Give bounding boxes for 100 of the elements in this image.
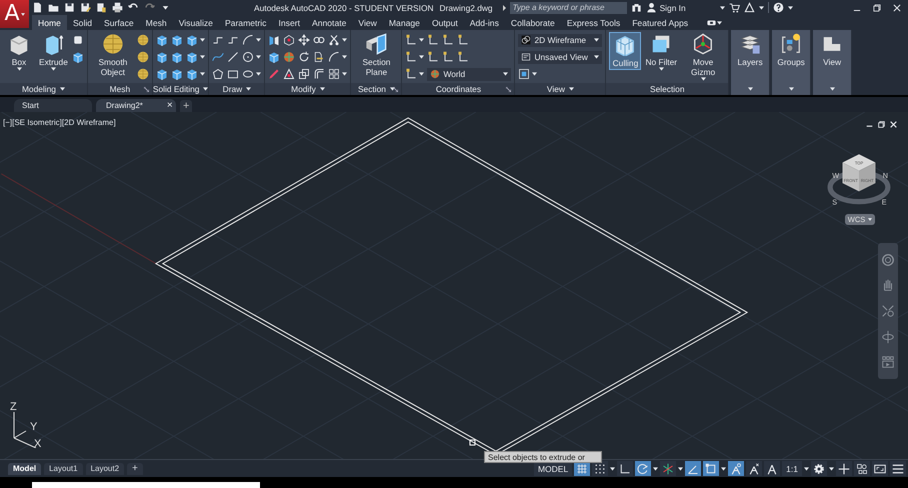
save-icon[interactable]: [64, 2, 75, 13]
caret-icon[interactable]: [503, 72, 508, 76]
arc-icon[interactable]: [328, 51, 340, 63]
status-toggle[interactable]: [660, 461, 676, 476]
ribbon-tab[interactable]: Annotate: [306, 15, 352, 30]
spline-icon[interactable]: [212, 51, 224, 63]
ribbon-tab[interactable]: Express Tools: [560, 15, 626, 30]
caret-icon[interactable]: [610, 466, 616, 470]
close-tab-button[interactable]: ×: [166, 100, 173, 111]
cube-icon[interactable]: [268, 51, 280, 63]
axis-icon[interactable]: [457, 51, 470, 63]
mirror-icon[interactable]: [268, 34, 280, 46]
pentagon-icon[interactable]: [212, 68, 224, 80]
save-as-icon[interactable]: [80, 2, 91, 13]
axis-icon[interactable]: [405, 51, 418, 63]
cube-icon[interactable]: [72, 51, 84, 63]
ribbon-button[interactable]: Box: [3, 32, 35, 72]
status-toggle[interactable]: [890, 461, 906, 476]
array-icon[interactable]: [328, 68, 340, 80]
folder-icon[interactable]: [48, 2, 59, 13]
caret-icon[interactable]: [700, 77, 706, 81]
caret-icon[interactable]: [788, 87, 794, 91]
caret-icon[interactable]: [748, 87, 753, 91]
search-field[interactable]: Type a keyword or phrase: [510, 2, 627, 14]
square-icon[interactable]: [72, 34, 84, 46]
layout-tab[interactable]: Layout1: [44, 462, 83, 474]
status-toggle[interactable]: [592, 461, 608, 476]
scissors-icon[interactable]: [328, 34, 340, 46]
cube-icon[interactable]: [186, 68, 198, 80]
sphere-icon[interactable]: [136, 51, 149, 63]
sphere-icon[interactable]: [136, 68, 149, 80]
status-toggle[interactable]: [703, 461, 720, 476]
status-toggle[interactable]: [764, 461, 780, 476]
move-arrows-icon[interactable]: [298, 34, 310, 46]
rotate-icon[interactable]: [298, 51, 310, 63]
panel-title[interactable]: View: [546, 84, 565, 94]
status-button[interactable]: 1:1: [782, 461, 802, 476]
status-toggle[interactable]: [811, 461, 827, 476]
ribbon-button[interactable]: Layers: [734, 32, 766, 68]
help-icon[interactable]: [772, 2, 784, 13]
caret-icon[interactable]: [256, 55, 262, 59]
hand-icon[interactable]: [881, 278, 895, 292]
caret-icon[interactable]: [720, 6, 725, 10]
dropdown[interactable]: World: [427, 68, 512, 80]
sign-in-button[interactable]: Sign In: [646, 2, 686, 13]
cube-icon[interactable]: [170, 34, 183, 46]
caret-icon[interactable]: [342, 38, 348, 42]
status-toggle[interactable]: [635, 461, 652, 476]
caret-icon[interactable]: [721, 466, 726, 470]
caret-icon[interactable]: [717, 20, 722, 24]
compass-label[interactable]: W: [832, 170, 839, 180]
cube-icon[interactable]: [170, 68, 183, 80]
viewport-icon[interactable]: [518, 68, 530, 80]
caret-icon[interactable]: [653, 466, 658, 470]
ribbon-button[interactable]: Groups: [775, 32, 808, 68]
cube-icon[interactable]: [156, 51, 168, 63]
file-tab[interactable]: Drawing2* ×: [96, 99, 176, 112]
caret-icon[interactable]: [788, 6, 793, 10]
dropdown[interactable]: 2D Wireframe: [518, 34, 602, 46]
ribbon-tab[interactable]: Featured Apps: [626, 15, 694, 30]
ribbon-button[interactable]: Smooth Object: [90, 32, 135, 78]
compass-label[interactable]: E: [882, 198, 886, 207]
caret-icon[interactable]: [678, 466, 684, 470]
dropdown[interactable]: Unsaved View: [518, 50, 602, 64]
cube-icon[interactable]: [156, 68, 168, 80]
status-toggle[interactable]: [685, 461, 702, 476]
caret-icon[interactable]: [203, 87, 208, 91]
ribbon-tab[interactable]: Visualize: [172, 15, 219, 30]
caret-icon[interactable]: [256, 72, 262, 76]
ellipse-icon[interactable]: [242, 68, 254, 80]
caret-icon[interactable]: [16, 67, 22, 71]
compass-label[interactable]: N: [882, 170, 888, 180]
caret-icon[interactable]: [658, 67, 664, 71]
status-toggle[interactable]: [746, 461, 762, 476]
rectangle-icon[interactable]: [227, 68, 240, 80]
close-icon[interactable]: [889, 120, 898, 129]
axis-icon[interactable]: [427, 51, 440, 63]
caret-icon[interactable]: [594, 55, 600, 59]
expand-arrow-icon[interactable]: [502, 4, 506, 10]
caret-icon[interactable]: [568, 87, 574, 91]
showmotion-icon[interactable]: [881, 355, 895, 370]
ribbon-button[interactable]: Culling: [609, 32, 642, 70]
ribbon-tab[interactable]: Collaborate: [504, 15, 561, 30]
axis-icon[interactable]: [427, 34, 440, 46]
caret-icon[interactable]: [594, 38, 600, 42]
new-layout-button[interactable]: +: [127, 462, 143, 474]
caret-icon[interactable]: [200, 38, 205, 42]
ribbon-button[interactable]: Section Plane: [354, 32, 398, 78]
globe-icon[interactable]: [283, 51, 296, 63]
panel-launcher-icon[interactable]: [506, 86, 512, 92]
ribbon-tab[interactable]: View: [352, 15, 383, 30]
axis-icon[interactable]: [405, 68, 418, 80]
layout-tab[interactable]: Layout2: [86, 462, 124, 474]
cube-icon[interactable]: [186, 51, 198, 63]
cart-icon[interactable]: [728, 2, 740, 13]
sphere-icon[interactable]: [136, 34, 149, 46]
cube-icon[interactable]: [156, 34, 168, 46]
caret-icon[interactable]: [342, 55, 348, 59]
status-toggle[interactable]: [617, 461, 634, 476]
ribbon-tab[interactable]: Solid: [66, 15, 98, 30]
